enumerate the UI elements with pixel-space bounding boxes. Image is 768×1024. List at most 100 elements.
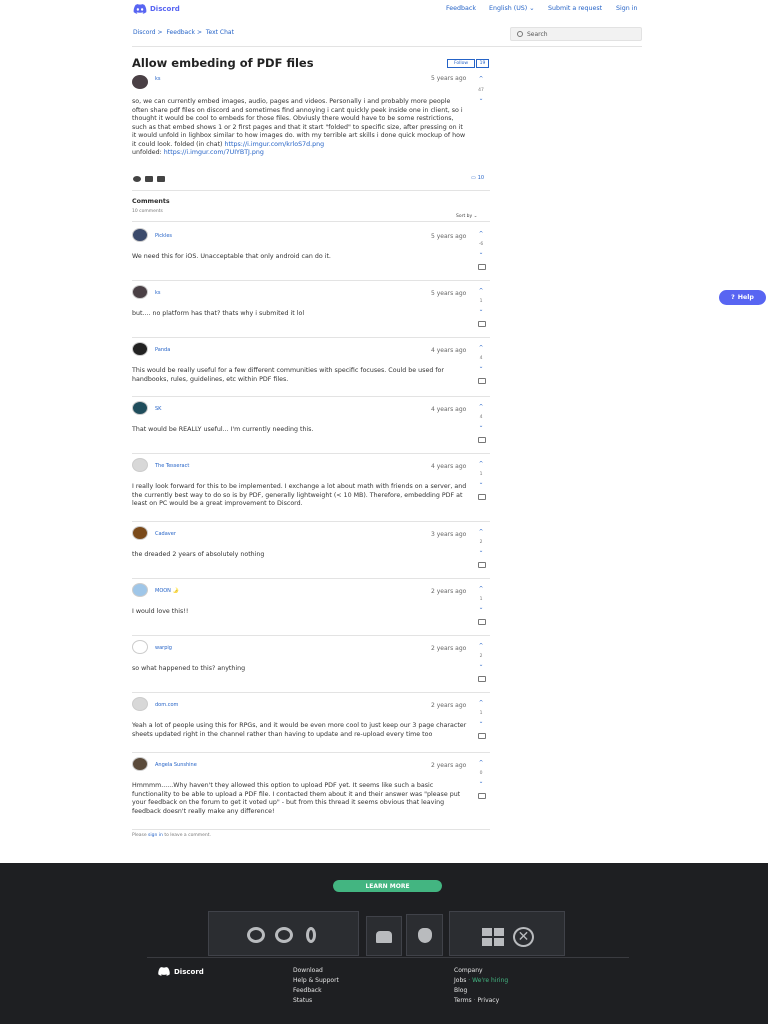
breadcrumb-feedback[interactable]: Feedback (166, 29, 195, 36)
comment-text: I would love this!! (132, 608, 189, 615)
top-navigation: Discord Feedback English (US) ⌄ Submit a… (0, 0, 768, 20)
upvote-button[interactable]: ^ (476, 231, 486, 238)
sort-by-dropdown[interactable]: Sort by ⌄ (456, 214, 477, 219)
flag-icon[interactable] (478, 321, 486, 327)
comment-time: 5 years ago (431, 233, 467, 240)
comment-author[interactable]: MOON 🌛 (155, 588, 179, 594)
flag-icon[interactable] (478, 264, 486, 270)
macos-x-icon: ✕ (513, 927, 534, 947)
facebook-icon[interactable] (133, 176, 141, 182)
flag-icon[interactable] (478, 793, 486, 799)
comment-author[interactable]: Panda (155, 347, 170, 353)
comment-time: 2 years ago (431, 702, 467, 709)
comment-vote-count: 4 (479, 415, 483, 420)
flag-icon[interactable] (478, 378, 486, 384)
avatar (132, 526, 148, 540)
linkedin-icon[interactable] (157, 176, 165, 182)
upvote-button[interactable]: ^ (476, 404, 486, 411)
comment-author[interactable]: ks (155, 290, 161, 296)
breadcrumb-text-chat[interactable]: Text Chat (206, 29, 234, 36)
comment-vote-count: 1 (479, 597, 483, 602)
footer-jobs-link[interactable]: Jobs (454, 977, 466, 984)
post-author[interactable]: ks (155, 76, 161, 82)
footer-status-link[interactable]: Status (293, 996, 339, 1006)
breadcrumb: Discord > Feedback > Text Chat (133, 29, 234, 36)
footer-brand: Discord (174, 967, 204, 976)
downvote-button[interactable]: ⌄ (476, 719, 486, 726)
footer-feedback-link[interactable]: Feedback (293, 986, 339, 996)
comment-author[interactable]: Cadaver (155, 531, 176, 537)
footer-download-link[interactable]: Download (293, 966, 339, 976)
downvote-button[interactable]: ⌄ (476, 423, 486, 430)
footer-blog-link[interactable]: Blog (454, 986, 508, 996)
footer-discord-logo[interactable]: Discord (158, 967, 204, 976)
twitter-icon[interactable] (145, 176, 153, 182)
comment-time: 2 years ago (431, 588, 467, 595)
flag-icon[interactable] (478, 676, 486, 682)
comment-count-link[interactable]: ▭ 10 (471, 175, 484, 181)
comment-vote-count: -6 (478, 242, 484, 247)
comment-text: so what happened to this? anything (132, 665, 246, 672)
downvote-button[interactable]: ⌄ (476, 548, 486, 555)
flag-icon[interactable] (478, 619, 486, 625)
footer-privacy-link[interactable]: Privacy (477, 997, 499, 1004)
comment-time: 4 years ago (431, 406, 467, 413)
comment-icon: ▭ (471, 175, 476, 181)
comment-vote-count: 1 (479, 472, 483, 477)
comment-author[interactable]: Pickles (155, 233, 172, 239)
chrome-icon (275, 927, 293, 943)
downvote-button[interactable]: ⌄ (476, 480, 486, 487)
upvote-button[interactable]: ^ (476, 529, 486, 536)
footer-help-link[interactable]: Help & Support (293, 976, 339, 986)
downvote-button[interactable]: ⌄ (476, 307, 486, 314)
flag-icon[interactable] (478, 733, 486, 739)
upvote-button[interactable]: ^ (476, 288, 486, 295)
comment-text: but.... no platform has that? thats why … (132, 310, 305, 317)
apple-icon (418, 928, 432, 943)
comment-author[interactable]: The Tesseract (155, 463, 189, 469)
learn-more-button[interactable]: LEARN MORE (333, 880, 442, 892)
android-phone-illustration (366, 916, 402, 956)
downvote-button[interactable]: ⌄ (476, 779, 486, 786)
upvote-button[interactable]: ^ (476, 76, 486, 83)
avatar (132, 285, 148, 299)
downvote-button[interactable]: ⌄ (476, 605, 486, 612)
discord-logo-icon (158, 967, 170, 976)
footer-company-link[interactable]: Company (454, 966, 508, 976)
upvote-button[interactable]: ^ (476, 700, 486, 707)
help-label: Help (737, 294, 754, 301)
upvote-button[interactable]: ^ (476, 760, 486, 767)
flag-icon[interactable] (478, 494, 486, 500)
downvote-button[interactable]: ⌄ (476, 662, 486, 669)
sign-in-comment-link[interactable]: sign in (148, 833, 163, 838)
upvote-button[interactable]: ^ (476, 643, 486, 650)
downvote-button[interactable]: ⌄ (476, 364, 486, 371)
downvote-button[interactable]: ⌄ (476, 250, 486, 257)
breadcrumb-discord[interactable]: Discord (133, 29, 156, 36)
sign-in-link[interactable]: Sign in (616, 5, 637, 12)
search-input[interactable]: Search (510, 27, 642, 41)
follow-button[interactable]: Follow (447, 59, 475, 68)
comment-author[interactable]: Angela Sunshine (155, 762, 197, 768)
comment-author[interactable]: SK (155, 406, 161, 412)
footer-terms-link[interactable]: Terms (454, 997, 472, 1004)
nav-feedback-link[interactable]: Feedback (446, 5, 476, 12)
comment-author[interactable]: dom.com (155, 702, 178, 708)
folded-image-link[interactable]: https://i.imgur.com/krloS7d.png (225, 141, 325, 148)
help-button[interactable]: ? Help (719, 290, 766, 305)
comment-author[interactable]: warpig (155, 645, 172, 651)
search-placeholder: Search (527, 30, 548, 38)
downvote-button[interactable]: ⌄ (476, 96, 486, 103)
upvote-button[interactable]: ^ (476, 461, 486, 468)
upvote-button[interactable]: ^ (476, 345, 486, 352)
submit-request-link[interactable]: Submit a request (548, 5, 602, 12)
footer-links-col2: Company Jobs · We're hiring Blog Terms ·… (454, 966, 508, 1006)
language-selector[interactable]: English (US) ⌄ (489, 5, 535, 12)
flag-icon[interactable] (478, 437, 486, 443)
upvote-button[interactable]: ^ (476, 586, 486, 593)
flag-icon[interactable] (478, 562, 486, 568)
comment-vote-count: 0 (479, 771, 483, 776)
unfolded-image-link[interactable]: https://i.imgur.com/7UIYBTJ.png (164, 149, 264, 156)
discord-logo[interactable]: Discord (133, 4, 180, 14)
comment-time: 4 years ago (431, 347, 467, 354)
